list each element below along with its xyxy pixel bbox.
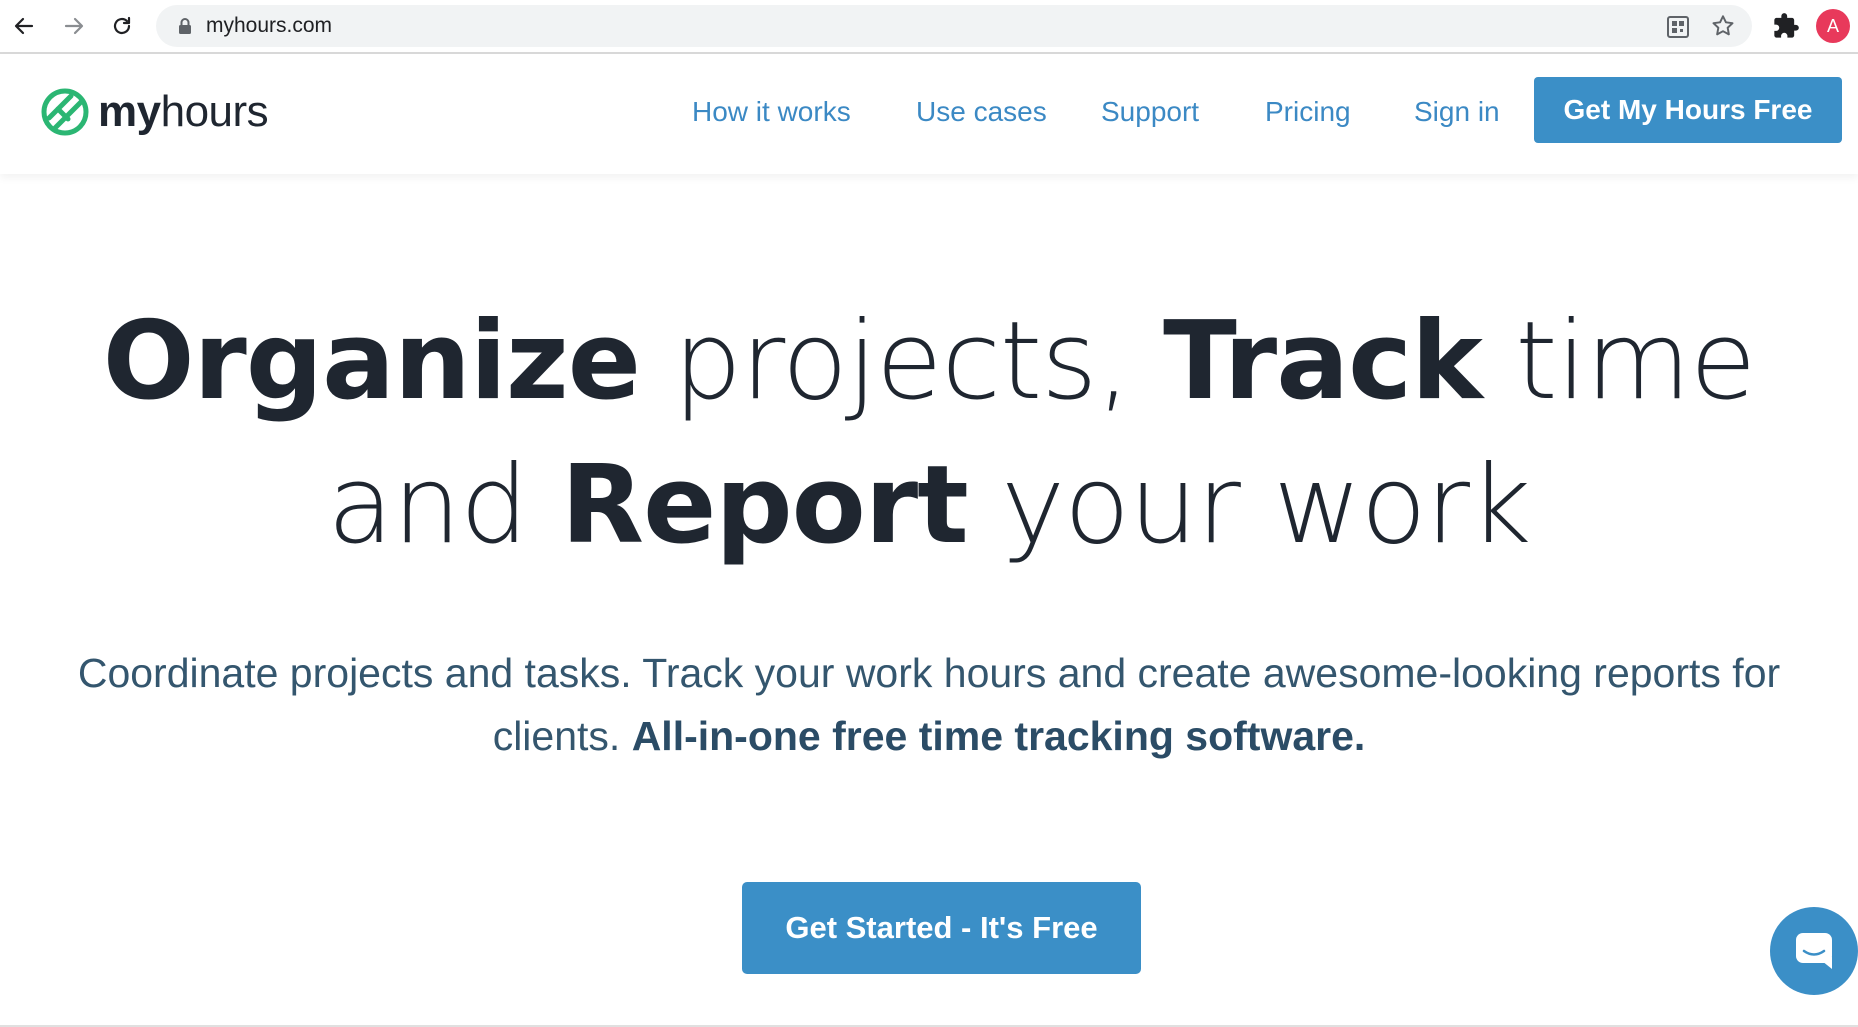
lock-icon[interactable] <box>176 17 194 35</box>
profile-avatar[interactable]: A <box>1816 9 1850 43</box>
headline-organize: Organize <box>102 299 641 424</box>
reload-icon[interactable] <box>108 12 136 40</box>
headline-and: and <box>327 443 528 568</box>
address-bar[interactable]: myhours.com <box>156 5 1752 47</box>
back-icon[interactable] <box>10 12 38 40</box>
headline-track: Track <box>1163 299 1483 424</box>
hero-headline: Organize projects, Track time and Report… <box>0 290 1858 578</box>
chat-bubble-icon <box>1796 933 1832 969</box>
subtext-bold: All-in-one free time tracking software. <box>631 713 1366 759</box>
logo-wordmark: myhours <box>98 87 269 137</box>
headline-time: time <box>1515 299 1756 424</box>
logo-wordmark-bold: my <box>98 87 161 136</box>
nav-how-it-works[interactable]: How it works <box>692 90 851 134</box>
myhours-logo-icon <box>41 88 89 136</box>
bookmark-star-icon[interactable] <box>1710 13 1736 39</box>
browser-toolbar: myhours.com A <box>0 0 1858 54</box>
get-my-hours-free-button[interactable]: Get My Hours Free <box>1534 77 1842 143</box>
url-text[interactable]: myhours.com <box>206 5 332 47</box>
hero-subtext: Coordinate projects and tasks. Track you… <box>40 642 1818 768</box>
myhours-logo[interactable]: myhours <box>40 82 269 142</box>
nav-use-cases[interactable]: Use cases <box>916 90 1047 134</box>
headline-report: Report <box>560 443 969 568</box>
headline-projects: projects, <box>673 299 1130 424</box>
nav-pricing[interactable]: Pricing <box>1265 90 1351 134</box>
qr-code-icon[interactable] <box>1666 15 1690 39</box>
nav-support[interactable]: Support <box>1101 90 1199 134</box>
site-header: myhours How it works Use cases Support P… <box>0 54 1858 174</box>
headline-your-work: your work <box>1001 443 1532 568</box>
extensions-puzzle-icon[interactable] <box>1772 12 1800 40</box>
get-started-button[interactable]: Get Started - It's Free <box>742 882 1141 974</box>
chat-launcher-button[interactable] <box>1770 907 1858 995</box>
nav-sign-in[interactable]: Sign in <box>1414 90 1500 134</box>
logo-wordmark-rest: hours <box>160 87 269 136</box>
forward-icon[interactable] <box>60 12 88 40</box>
